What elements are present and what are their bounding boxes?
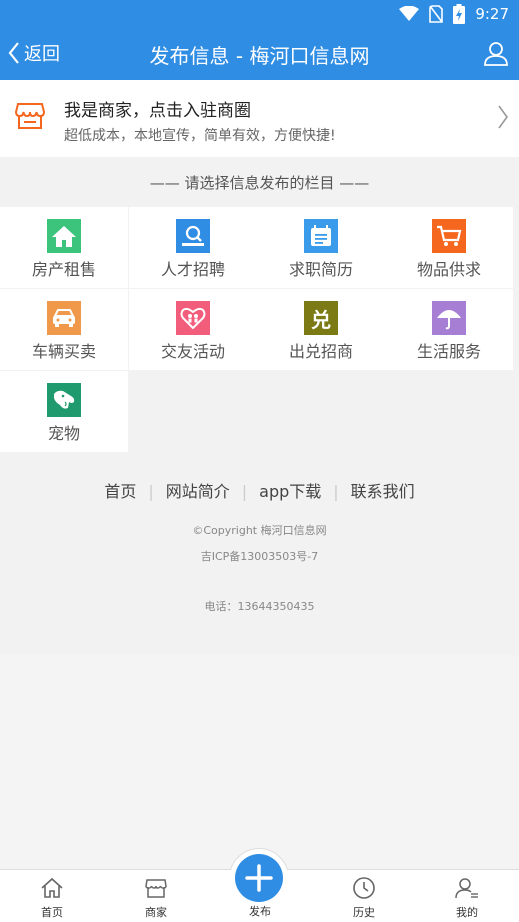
person-search-icon [176,219,210,253]
category-life-service[interactable]: 生活服务 [385,289,513,370]
category-dating[interactable]: 交友活动 [129,289,257,370]
tab-label: 历史 [353,906,375,919]
publish-fab-button[interactable] [235,854,283,902]
umbrella-icon [432,301,466,335]
tab-merchant[interactable]: 商家 [104,870,208,922]
footer-link-contact[interactable]: 联系我们 [351,482,415,501]
calendar-list-icon [304,219,338,253]
plus-icon [245,864,273,892]
category-pet[interactable]: 宠物 [0,371,128,452]
tab-label: 我的 [456,906,478,919]
page-title: 发布信息 - 梅河口信息网 [149,44,370,68]
tab-history[interactable]: 历史 [312,870,416,922]
category-transfer[interactable]: 兑 出兑招商 [257,289,385,370]
nav-bar: 返回 发布信息 - 梅河口信息网 [0,28,519,80]
chevron-right-icon [498,105,508,129]
footer-link-home[interactable]: 首页 [104,482,136,501]
category-label: 物品供求 [416,260,481,279]
status-bar: 9:27 [0,0,519,28]
dog-icon [47,383,81,417]
category-goods[interactable]: 物品供求 [385,207,513,288]
footer-link-app-download[interactable]: app下载 [259,482,321,501]
dui-char-icon: 兑 [304,301,338,335]
no-sim-icon [429,5,444,23]
tab-home[interactable]: 首页 [0,870,104,922]
category-label: 交友活动 [160,342,225,361]
footer-links: 首页 | 网站简介 | app下载 | 联系我们 [104,482,415,501]
battery-charging-icon [453,4,466,24]
home-icon [41,877,63,898]
merchant-subtitle: 超低成本，本地宣传，简单有效，方便快捷! [64,128,336,144]
merchant-join-banner[interactable]: 我是商家，点击入驻商圈 超低成本，本地宣传，简单有效，方便快捷! [0,80,519,157]
heart-people-icon [176,301,210,335]
cart-icon [432,219,466,253]
merchant-title: 我是商家，点击入驻商圈 [64,101,251,121]
page-background [0,655,519,869]
category-label: 人才招聘 [160,260,225,279]
user-icon [484,42,508,66]
category-car[interactable]: 车辆买卖 [0,289,128,370]
copyright-text: ©Copyright 梅河口信息网 [192,524,327,537]
category-label: 车辆买卖 [31,342,96,361]
tab-label: 商家 [145,906,167,919]
footer-link-about[interactable]: 网站简介 [166,482,230,501]
section-title: —— 请选择信息发布的栏目 —— [149,174,370,192]
phone-text: 电话：13644350435 [204,600,315,613]
clock-icon [353,877,375,899]
user-button[interactable] [483,40,509,70]
category-resume[interactable]: 求职简历 [257,207,385,288]
icp-text: 吉ICP备13003503号-7 [200,550,319,563]
category-recruit[interactable]: 人才招聘 [129,207,257,288]
tab-label: 首页 [41,906,63,919]
category-label: 宠物 [47,424,80,443]
status-time: 9:27 [475,5,509,23]
category-label: 生活服务 [416,342,481,361]
category-label: 出兑招商 [288,342,353,361]
category-house-rent[interactable]: 房产租售 [0,207,128,288]
category-label: 房产租售 [31,260,96,279]
shop-icon [15,103,45,129]
shop-icon [145,879,167,898]
wifi-icon [399,6,420,21]
tab-mine[interactable]: 我的 [415,870,519,922]
car-icon [47,301,81,335]
user-icon [455,878,478,899]
house-icon [47,219,81,253]
publish-tab-label: 发布 [249,905,271,918]
category-label: 求职简历 [288,260,353,279]
